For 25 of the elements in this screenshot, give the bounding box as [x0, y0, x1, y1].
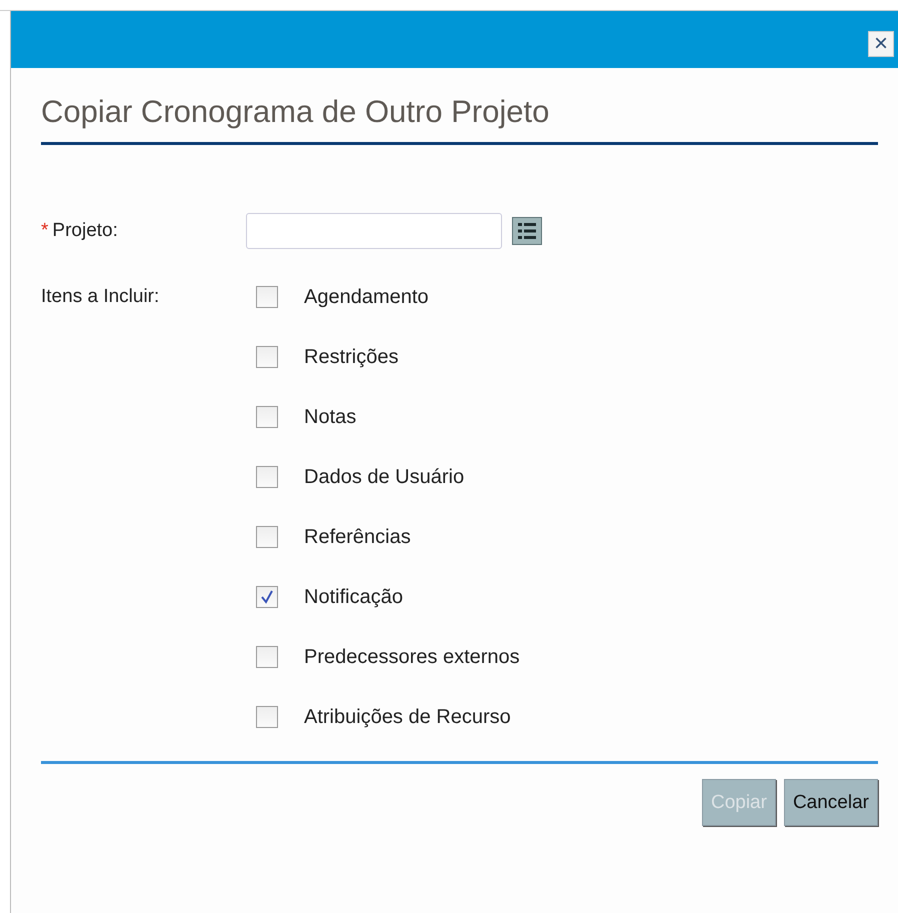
- list-icon[interactable]: [512, 217, 542, 245]
- checkbox-label: Dados de Usuário: [304, 466, 464, 488]
- checkbox-label: Referências: [304, 526, 411, 548]
- checkbox[interactable]: [256, 406, 278, 428]
- project-label: Projeto:: [52, 220, 118, 241]
- checkbox-label: Notificação: [304, 586, 403, 608]
- checkbox[interactable]: [256, 526, 278, 548]
- checkbox[interactable]: [256, 286, 278, 308]
- checkbox[interactable]: [256, 646, 278, 668]
- checkbox-label: Predecessores externos: [304, 646, 520, 668]
- checkbox[interactable]: [256, 346, 278, 368]
- cancel-button[interactable]: Cancelar: [784, 779, 878, 826]
- check-icon: [259, 589, 275, 605]
- checkbox[interactable]: [256, 466, 278, 488]
- checkbox[interactable]: [256, 586, 278, 608]
- items-label: Itens a Incluir:: [41, 285, 160, 309]
- required-mark: *: [41, 220, 48, 241]
- checkbox-label: Notas: [304, 406, 356, 428]
- project-input-field[interactable]: [246, 213, 502, 249]
- checkbox[interactable]: [256, 706, 278, 728]
- checkbox-label: Agendamento: [304, 286, 429, 308]
- checkbox-label: Atribuições de Recurso: [304, 706, 511, 728]
- checkbox-label: Restrições: [304, 346, 398, 368]
- close-button[interactable]: ×: [868, 31, 894, 57]
- dialog-title: Copiar Cronograma de Outro Projeto: [41, 94, 878, 145]
